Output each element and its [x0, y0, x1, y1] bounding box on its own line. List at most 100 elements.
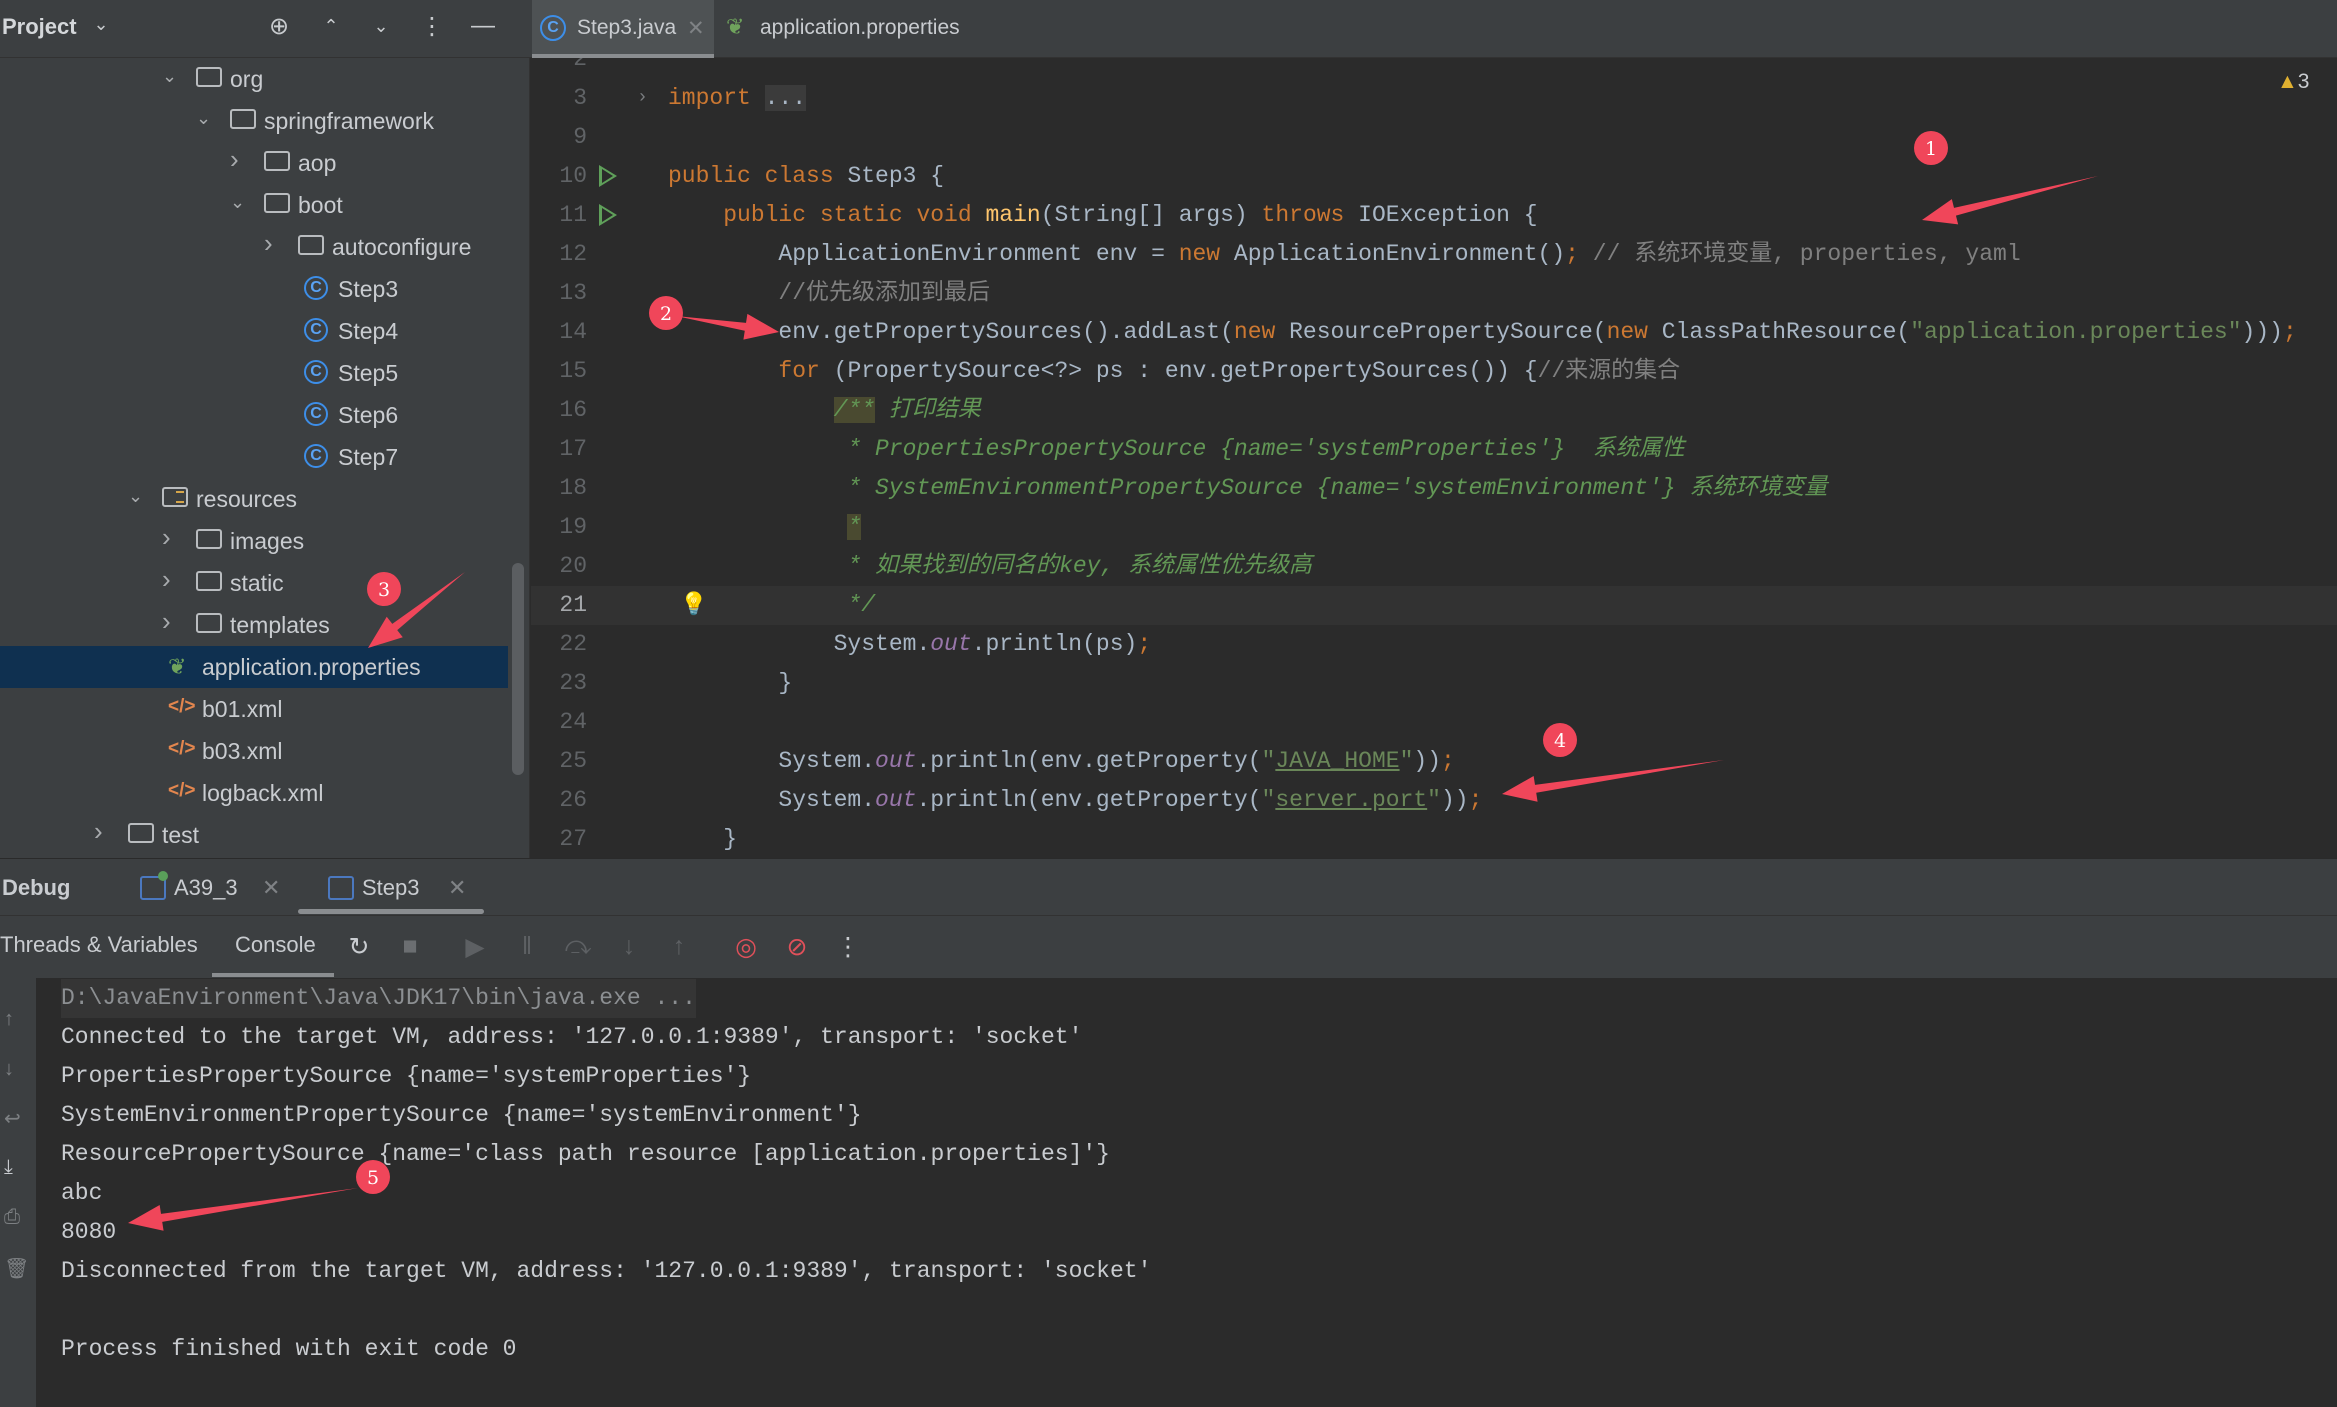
chevron-right-icon[interactable]: › [162, 606, 171, 637]
tree-item-label: org [230, 66, 264, 92]
tree-item-static[interactable]: › static [0, 562, 508, 604]
code-token: new [1233, 319, 1290, 345]
tab-threads-variables[interactable]: Threads & Variables [0, 932, 198, 958]
locate-icon[interactable]: ⊕ [262, 12, 296, 41]
pause-icon[interactable]: ‖ [509, 932, 545, 961]
tab-console[interactable]: Console [235, 932, 316, 958]
scroll-up-icon[interactable]: ↑ [4, 1008, 14, 1031]
code-token: " [1261, 748, 1276, 774]
code-token: import [668, 85, 765, 111]
code-line: 14 env.getPropertySources().addLast(new … [531, 313, 2337, 352]
clear-icon[interactable]: 🗑 [4, 1256, 29, 1281]
step-into-icon[interactable]: ↓ [611, 932, 647, 961]
console-line: PropertiesPropertySource {name='systemPr… [61, 1063, 752, 1089]
code-token: } [668, 826, 738, 852]
print-icon[interactable]: ⎙ [4, 1206, 20, 1229]
code-token: * SystemEnvironmentPropertySource {name=… [847, 475, 1828, 501]
class-icon: C [304, 276, 328, 300]
tree-item-b01-xml[interactable]: </> b01.xml [0, 688, 508, 730]
code-token: server.port [1275, 787, 1428, 813]
code-text: System.out.println(ps); [668, 625, 1152, 664]
tab-label: Step3.java [577, 16, 677, 39]
step-over-icon[interactable]: ⤼ [560, 932, 596, 961]
tree-item-step6[interactable]: C Step6 [0, 394, 508, 436]
tree-item-step3[interactable]: C Step3 [0, 268, 508, 310]
minimize-icon[interactable]: — [466, 12, 500, 40]
chevron-down-icon[interactable]: ⌄ [196, 108, 211, 129]
tree-item-application-properties[interactable]: ❦ application.properties [0, 646, 508, 688]
line-number: 14 [559, 319, 587, 345]
code-token: ApplicationEnvironment env = [668, 241, 1179, 267]
tree-item-autoconfigure[interactable]: › autoconfigure [0, 226, 508, 268]
code-token: (String[] args) [1040, 202, 1262, 228]
chevron-right-icon[interactable]: › [162, 522, 171, 553]
tree-item-org[interactable]: ⌄ org [0, 58, 508, 100]
tree-item-boot[interactable]: ⌄ boot [0, 184, 508, 226]
scroll-down-icon[interactable]: ↓ [4, 1058, 14, 1081]
code-token: ; [1468, 787, 1483, 813]
close-icon[interactable]: ✕ [448, 875, 466, 901]
debug-tab-a39-3[interactable]: A39_3 [174, 875, 238, 901]
tree-item-aop[interactable]: › aop [0, 142, 508, 184]
code-editor[interactable]: ▲3 2 3 › import ... 9 10 public class Step3 {1… [531, 58, 2337, 858]
expand-all-icon[interactable]: ⌃ [314, 16, 348, 37]
top-bar: Project ⌄ ⊕ ⌃ ⌄ ⋮ — C Step3.java ✕ ❦ app… [0, 0, 2337, 58]
tree-item-step4[interactable]: C Step4 [0, 310, 508, 352]
step-out-icon[interactable]: ↑ [661, 932, 697, 961]
tree-item-label: templates [230, 612, 330, 638]
console-side-strip: ↑ ↓ ↩ ⤓ ⎙ 🗑 [0, 978, 36, 1407]
collapse-all-icon[interactable]: ⌄ [364, 16, 398, 37]
mute-breakpoints-icon[interactable]: ⊘ [779, 932, 815, 962]
chevron-down-icon[interactable]: ⌄ [230, 192, 245, 213]
code-line: 9 [531, 118, 2337, 157]
run-gutter-icon[interactable] [599, 204, 617, 226]
resume-icon[interactable]: ▶ [457, 932, 493, 962]
tab-step3-java[interactable]: C Step3.java ✕ [532, 0, 714, 58]
close-icon[interactable]: ✕ [262, 875, 280, 901]
chevron-down-icon[interactable]: ⌄ [162, 66, 177, 87]
tree-item-b03-xml[interactable]: </> b03.xml [0, 730, 508, 772]
tree-item-step7[interactable]: C Step7 [0, 436, 508, 478]
stop-icon[interactable]: ■ [392, 932, 428, 961]
rerun-icon[interactable]: ↻ [341, 932, 377, 962]
code-line: 17 * PropertiesPropertySource {name='sys… [531, 430, 2337, 469]
tree-item-logback-xml[interactable]: </> logback.xml [0, 772, 508, 814]
code-token: // 系统环境变量, properties, yaml [1592, 241, 2021, 267]
chevron-right-icon[interactable]: › [162, 564, 171, 595]
tree-item-springframework[interactable]: ⌄ springframework [0, 100, 508, 142]
more-icon[interactable]: ⋮ [415, 12, 449, 41]
run-gutter-icon[interactable] [599, 165, 617, 187]
project-title[interactable]: Project [2, 14, 77, 40]
console-output[interactable]: D:\JavaEnvironment\Java\JDK17\bin\java.e… [36, 978, 2337, 1407]
tree-item-label: application.properties [202, 654, 421, 680]
chevron-down-icon[interactable]: ⌄ [128, 486, 143, 507]
code-token: ; [1137, 631, 1152, 657]
scroll-to-end-icon[interactable]: ⤓ [4, 1156, 13, 1179]
debug-tab-step3[interactable]: Step3 [362, 875, 420, 901]
chevron-down-icon[interactable]: ⌄ [84, 14, 118, 35]
fold-arrow-icon[interactable]: › [637, 79, 648, 118]
code-text: * 如果找到的同名的key, 系统属性优先级高 [668, 547, 1312, 586]
tree-item-test[interactable]: › test [0, 814, 508, 856]
soft-wrap-icon[interactable]: ↩ [4, 1106, 21, 1131]
code-token: * 如果找到的同名的key, 系统属性优先级高 [847, 553, 1313, 579]
tree-item-label: Step4 [338, 318, 399, 344]
tree-item-templates[interactable]: › templates [0, 604, 508, 646]
tree-scrollbar[interactable] [512, 563, 524, 775]
running-dot-icon [158, 871, 168, 881]
chevron-right-icon[interactable]: › [264, 228, 273, 259]
tree-item-resources[interactable]: ⌄ resources [0, 478, 508, 520]
view-breakpoints-icon[interactable]: ◎ [728, 932, 764, 962]
code-line: 12 ApplicationEnvironment env = new Appl… [531, 235, 2337, 274]
line-number: 20 [559, 553, 587, 579]
code-token: for [778, 358, 834, 384]
more-icon[interactable]: ⋮ [830, 932, 866, 962]
close-icon[interactable]: ✕ [687, 16, 705, 41]
tree-item-images[interactable]: › images [0, 520, 508, 562]
code-text: env.getPropertySources().addLast(new Res… [668, 313, 2296, 352]
tab-application-properties[interactable]: ❦ application.properties [722, 0, 992, 58]
tree-item-step5[interactable]: C Step5 [0, 352, 508, 394]
chevron-right-icon[interactable]: › [94, 816, 103, 847]
chevron-right-icon[interactable]: › [230, 144, 239, 175]
